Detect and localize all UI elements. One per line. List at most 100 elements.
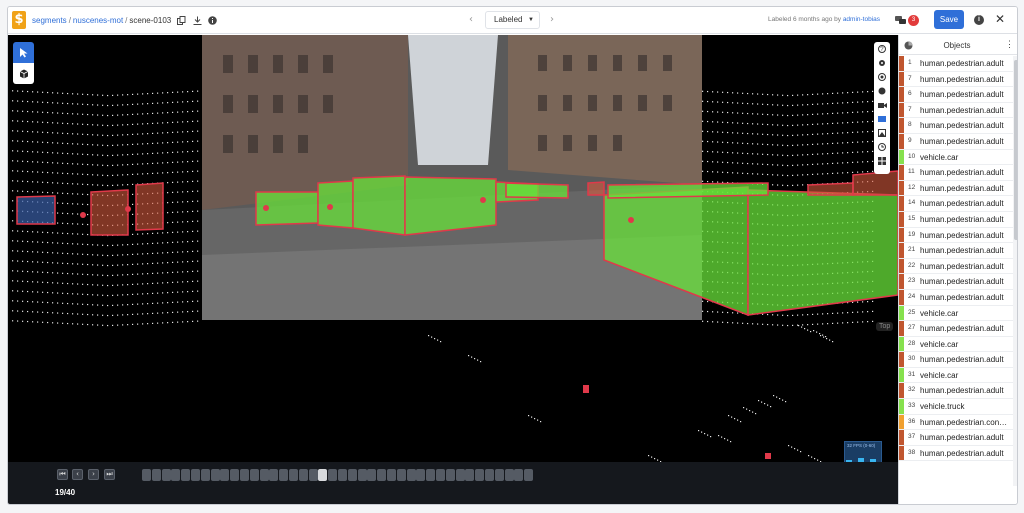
image-icon[interactable] xyxy=(874,126,890,140)
object-list-item[interactable]: 14 human.pedestrian.adult xyxy=(899,196,1013,212)
frame-tick[interactable] xyxy=(191,469,200,481)
frame-tick[interactable] xyxy=(357,469,367,481)
object-list-item[interactable]: 25 vehicle.car xyxy=(899,305,1013,322)
select-tool-button[interactable] xyxy=(13,42,34,63)
object-list-item[interactable]: 6 human.pedestrian.adult xyxy=(899,87,1013,103)
label-status-select[interactable]: Labeled ▼ xyxy=(485,11,540,29)
object-list-item[interactable]: 1 human.pedestrian.adult xyxy=(899,56,1013,72)
object-list-item[interactable]: 8 human.pedestrian.adult xyxy=(899,118,1013,134)
object-list-item[interactable]: 33 vehicle.truck xyxy=(899,399,1013,415)
compass-icon[interactable] xyxy=(874,84,890,98)
object-list-item[interactable]: 30 human.pedestrian.adult xyxy=(899,352,1013,368)
frame-tick[interactable] xyxy=(367,469,377,481)
frame-tick[interactable] xyxy=(308,469,318,481)
object-list-item[interactable]: 38 human.pedestrian.adult xyxy=(899,445,1013,462)
frame-tick[interactable] xyxy=(436,469,445,481)
frame-tick[interactable] xyxy=(279,469,289,481)
grid-icon[interactable] xyxy=(874,154,890,168)
info-circle-icon[interactable] xyxy=(208,16,217,26)
info-button[interactable]: i xyxy=(974,15,984,25)
frame-tick[interactable] xyxy=(200,469,210,481)
frame-tick[interactable] xyxy=(465,469,475,481)
frame-tick[interactable] xyxy=(504,469,514,481)
labeled-user-link[interactable]: admin-tobias xyxy=(843,16,880,23)
previous-frame-button[interactable]: ‹ xyxy=(72,469,83,480)
target-icon[interactable] xyxy=(874,70,890,84)
object-list-item[interactable]: 9 human.pedestrian.adult xyxy=(899,133,1013,150)
frame-tick[interactable] xyxy=(318,469,328,481)
next-frame-button[interactable]: › xyxy=(88,469,99,480)
object-list-item[interactable]: 21 human.pedestrian.adult xyxy=(899,243,1013,259)
frame-tick[interactable] xyxy=(269,469,279,481)
frame-tick[interactable] xyxy=(347,469,357,481)
next-sample-button[interactable]: › xyxy=(550,14,554,25)
frame-tick[interactable] xyxy=(259,469,269,481)
settings-gear-icon[interactable] xyxy=(874,56,890,70)
object-list-item[interactable]: 31 vehicle.car xyxy=(899,367,1013,384)
frame-tick[interactable] xyxy=(396,469,406,481)
copy-icon[interactable] xyxy=(177,16,186,26)
frame-tick[interactable] xyxy=(240,469,249,481)
object-list-item[interactable]: 12 human.pedestrian.adult xyxy=(899,180,1013,197)
object-list-item[interactable]: 27 human.pedestrian.adult xyxy=(899,321,1013,337)
object-list-item[interactable]: 36 human.pedestrian.construction_worker xyxy=(899,414,1013,431)
clock-icon[interactable] xyxy=(874,140,890,154)
frame-tick[interactable] xyxy=(475,469,485,481)
object-list-item[interactable]: 10 vehicle.car xyxy=(899,149,1013,166)
help-icon[interactable]: ? xyxy=(874,42,890,56)
frame-tick[interactable] xyxy=(455,469,465,481)
object-list-item[interactable]: 7 human.pedestrian.adult xyxy=(899,102,1013,119)
frame-tick[interactable] xyxy=(298,469,308,481)
frame-tick[interactable] xyxy=(249,469,259,481)
frame-tick[interactable] xyxy=(387,469,396,481)
cuboid-tool-button[interactable] xyxy=(13,63,34,84)
frame-tick[interactable] xyxy=(406,469,416,481)
object-list-item[interactable]: 11 human.pedestrian.adult xyxy=(899,165,1013,181)
download-icon[interactable] xyxy=(193,16,202,26)
frame-tick[interactable] xyxy=(524,469,534,481)
previous-sample-button[interactable]: ‹ xyxy=(469,14,473,25)
object-list-item[interactable]: 15 human.pedestrian.adult xyxy=(899,211,1013,228)
issues-button[interactable]: 3 xyxy=(895,15,921,26)
save-button[interactable]: Save xyxy=(934,10,964,29)
object-list-item[interactable]: 23 human.pedestrian.adult xyxy=(899,274,1013,290)
object-list-item[interactable]: 22 human.pedestrian.adult xyxy=(899,258,1013,275)
frame-tick[interactable] xyxy=(494,469,504,481)
object-list-scrollbar[interactable] xyxy=(1013,56,1017,486)
frame-tick[interactable] xyxy=(485,469,494,481)
frame-tick[interactable] xyxy=(416,469,426,481)
frame-tick[interactable] xyxy=(426,469,436,481)
frame-tick[interactable] xyxy=(328,469,338,481)
frame-tick[interactable] xyxy=(210,469,220,481)
first-frame-button[interactable]: ⏮ xyxy=(57,469,68,480)
camera-icon[interactable] xyxy=(874,98,890,112)
close-button[interactable]: ✕ xyxy=(995,12,1005,26)
map-icon[interactable] xyxy=(874,112,890,126)
frame-tick[interactable] xyxy=(514,469,524,481)
object-list-item[interactable]: 37 human.pedestrian.adult xyxy=(899,430,1013,446)
3d-point-cloud-viewer[interactable]: ? Top 32 FPS (0-60) xyxy=(8,35,898,462)
object-list-item[interactable]: 24 human.pedestrian.adult xyxy=(899,289,1013,306)
frame-tick[interactable] xyxy=(220,469,230,481)
object-list-item[interactable]: 7 human.pedestrian.adult xyxy=(899,71,1013,88)
breadcrumb-dataset[interactable]: nuscenes-mot xyxy=(73,16,123,25)
scrollbar-thumb[interactable] xyxy=(1014,60,1017,240)
frame-tick[interactable] xyxy=(377,469,387,481)
frame-tick[interactable] xyxy=(151,469,161,481)
frame-tick[interactable] xyxy=(230,469,240,481)
breadcrumb-root[interactable]: segments xyxy=(32,16,67,25)
object-list-item[interactable]: 28 vehicle.car xyxy=(899,336,1013,353)
last-frame-button[interactable]: ⏭ xyxy=(104,469,115,480)
camera-lidar-scene[interactable] xyxy=(8,35,898,462)
frame-tick[interactable] xyxy=(445,469,455,481)
segments-logo[interactable]: $ xyxy=(12,11,26,29)
more-options-icon[interactable]: ⋮ xyxy=(1005,39,1014,50)
frame-tick[interactable] xyxy=(142,469,151,481)
frame-tick[interactable] xyxy=(338,469,347,481)
object-list-item[interactable]: 32 human.pedestrian.adult xyxy=(899,383,1013,400)
frame-tick[interactable] xyxy=(171,469,181,481)
object-list-item[interactable]: 19 human.pedestrian.adult xyxy=(899,227,1013,244)
frame-tick[interactable] xyxy=(289,469,298,481)
frame-tick[interactable] xyxy=(181,469,191,481)
frame-tick[interactable] xyxy=(161,469,171,481)
